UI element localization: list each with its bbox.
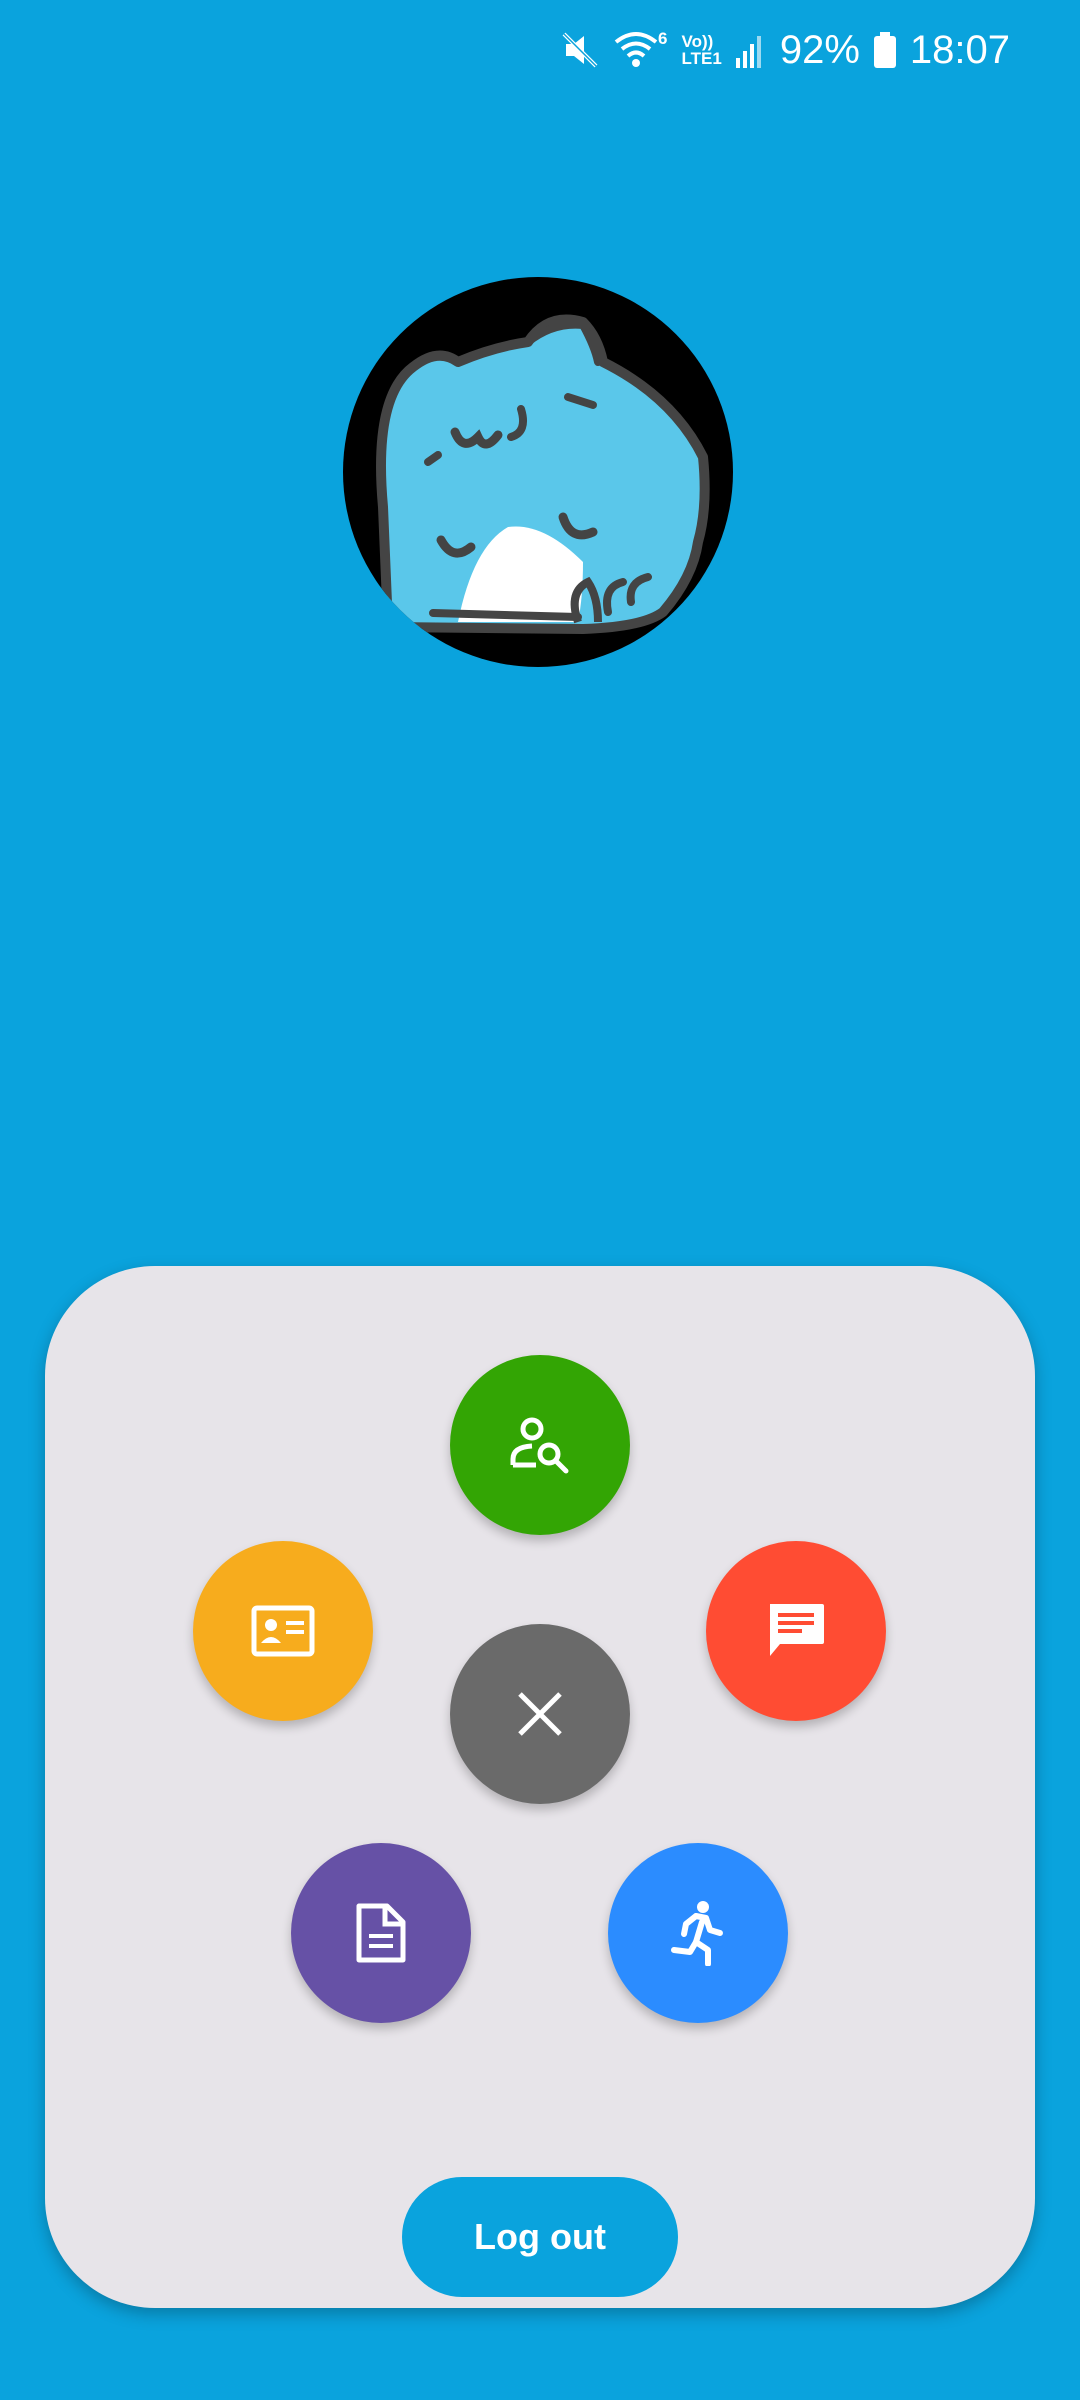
volte-label: Vo)): [681, 32, 714, 51]
status-bar: 6 Vo)) LTE1 92% 18:07: [0, 0, 1080, 98]
logout-button[interactable]: Log out: [402, 2177, 678, 2297]
battery-icon: [873, 32, 896, 68]
close-icon: [518, 1692, 562, 1736]
documents-button[interactable]: [291, 1843, 471, 2023]
activity-button[interactable]: [608, 1843, 788, 2023]
status-icons: 6 Vo)) LTE1 92% 18:07: [560, 22, 1010, 78]
signal-icon: [735, 32, 766, 68]
wifi-band-label: 6: [658, 29, 668, 48]
close-menu-button[interactable]: [450, 1624, 630, 1804]
id-card-icon: [251, 1605, 315, 1657]
person-search-icon: [510, 1417, 569, 1474]
mute-icon: [560, 30, 600, 70]
running-icon: [671, 1901, 723, 1966]
volte-icon: Vo)) LTE1: [682, 33, 722, 67]
find-user-button[interactable]: [450, 1355, 630, 1535]
document-icon: [356, 1903, 406, 1963]
wifi-icon: 6: [614, 29, 668, 70]
profile-avatar[interactable]: [343, 277, 733, 667]
messages-button[interactable]: [706, 1541, 886, 1721]
lte-label: LTE1: [681, 49, 722, 68]
profile-card-button[interactable]: [193, 1541, 373, 1721]
menu-card: Log out: [45, 1266, 1035, 2308]
blue-cat-avatar-icon: [376, 314, 710, 634]
battery-percent: 92%: [779, 27, 860, 72]
chat-icon: [770, 1604, 824, 1656]
clock: 18:07: [909, 27, 1010, 72]
